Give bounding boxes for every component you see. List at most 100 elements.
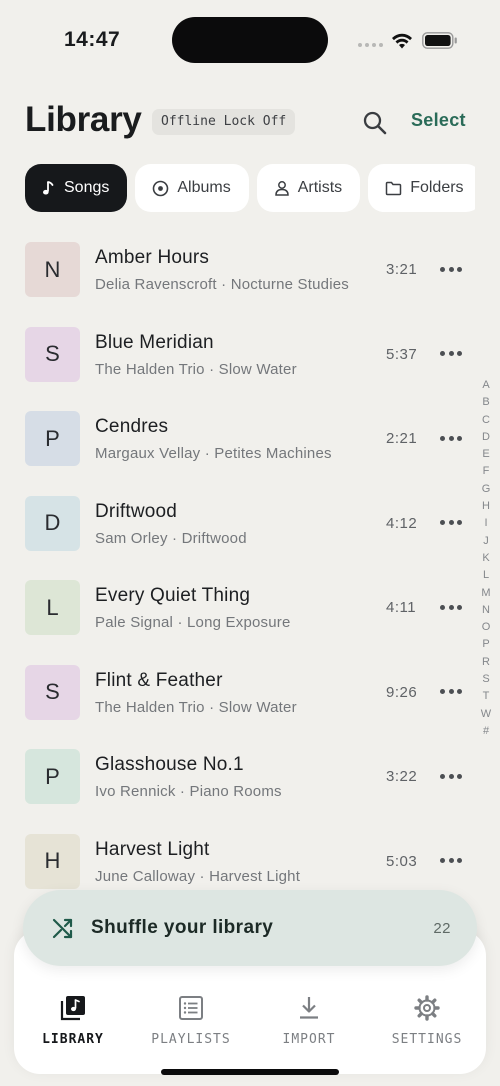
song-subtitle: The Halden Trio · Slow Water: [95, 360, 297, 378]
status-bar: 14:47: [0, 0, 500, 80]
song-title: Amber Hours: [95, 247, 210, 268]
nav-label: IMPORT: [282, 1032, 336, 1047]
song-subtitle: June Calloway · Harvest Light: [95, 867, 301, 885]
song-subtitle: Delia Ravenscroft · Nocturne Studies: [95, 276, 349, 293]
home-indicator[interactable]: [161, 1069, 339, 1075]
search-icon[interactable]: [361, 109, 389, 137]
song-artwork: S: [25, 664, 80, 720]
index-letter[interactable]: L: [483, 567, 489, 584]
index-letter[interactable]: A: [482, 377, 489, 394]
song-title: Harvest Light: [95, 838, 210, 860]
song-row[interactable]: D Driftwood Sam Orley · Driftwood 4:12: [0, 482, 500, 567]
index-letter[interactable]: N: [482, 602, 490, 619]
index-letter[interactable]: F: [483, 463, 490, 480]
header: Library Offline Lock Off Select: [0, 100, 500, 146]
song-artwork: L: [25, 580, 80, 635]
index-letter[interactable]: B: [482, 394, 489, 411]
song-duration: 4:12: [386, 514, 418, 532]
nav-label: PLAYLISTS: [151, 1032, 231, 1047]
song-row[interactable]: P Glasshouse No.1 Ivo Rennick · Piano Ro…: [0, 735, 500, 820]
chip-artists[interactable]: Artists: [256, 164, 361, 212]
shuffle-label: Shuffle your library: [91, 917, 274, 938]
chip-songs[interactable]: Songs: [25, 164, 128, 212]
shuffle-button[interactable]: Shuffle your library 22: [23, 890, 477, 966]
person-icon: [274, 181, 289, 196]
select-button[interactable]: Select: [411, 110, 466, 131]
index-letter[interactable]: I: [484, 515, 487, 532]
song-artwork: H: [25, 833, 80, 889]
song-title: Blue Meridian: [95, 331, 214, 353]
song-title: Glasshouse No.1: [95, 754, 244, 775]
index-letter[interactable]: C: [482, 412, 490, 429]
index-letter[interactable]: W: [481, 706, 491, 723]
song-row[interactable]: P Cendres Margaux Vellay · Petites Machi…: [0, 397, 500, 482]
index-letter[interactable]: J: [483, 533, 489, 550]
song-artwork: N: [25, 242, 80, 297]
song-subtitle: Sam Orley · Driftwood: [95, 529, 247, 547]
music-note-icon: [43, 181, 54, 195]
more-icon[interactable]: [440, 431, 462, 445]
more-icon[interactable]: [440, 854, 462, 868]
more-icon[interactable]: [440, 516, 462, 530]
page-title: Library: [25, 100, 142, 139]
index-letter[interactable]: E: [482, 446, 489, 463]
dynamic-island: [172, 17, 328, 63]
song-artwork: P: [25, 411, 80, 466]
song-artwork: P: [25, 749, 80, 804]
song-row[interactable]: S Flint & Feather The Halden Trio · Slow…: [0, 651, 500, 736]
song-subtitle: Margaux Vellay · Petites Machines: [95, 445, 332, 462]
index-letter[interactable]: T: [483, 688, 490, 705]
more-icon[interactable]: [440, 347, 462, 361]
index-letter[interactable]: M: [481, 585, 490, 602]
disc-icon: [153, 180, 169, 196]
song-duration: 4:11: [386, 599, 417, 616]
index-letter[interactable]: #: [483, 723, 489, 740]
song-duration: 5:37: [386, 345, 418, 363]
nav-library[interactable]: LIBRARY: [14, 994, 132, 1047]
folder-icon: [385, 181, 402, 195]
index-letter[interactable]: G: [482, 481, 491, 498]
index-letter[interactable]: P: [482, 636, 489, 653]
song-subtitle: The Halden Trio · Slow Water: [95, 698, 297, 716]
chip-label: Folders: [410, 179, 464, 196]
index-letter[interactable]: D: [482, 429, 490, 446]
song-title: Cendres: [95, 416, 169, 437]
library-icon: [60, 996, 85, 1021]
status-time: 14:47: [64, 28, 121, 51]
nav-label: SETTINGS: [391, 1032, 463, 1047]
nav-settings[interactable]: SETTINGS: [368, 994, 486, 1047]
index-letter[interactable]: S: [482, 671, 489, 688]
song-row[interactable]: N Amber Hours Delia Ravenscroft · Noctur…: [0, 228, 500, 313]
chip-folders[interactable]: Folders: [368, 164, 475, 212]
song-title: Flint & Feather: [95, 669, 223, 691]
more-icon[interactable]: [440, 600, 462, 614]
index-letter[interactable]: H: [482, 498, 490, 515]
more-icon[interactable]: [440, 769, 462, 783]
index-letter[interactable]: O: [482, 619, 491, 636]
chip-label: Songs: [64, 179, 110, 196]
nav-import[interactable]: IMPORT: [250, 994, 368, 1047]
song-title: Driftwood: [95, 500, 178, 522]
nav-playlists[interactable]: PLAYLISTS: [132, 994, 250, 1047]
song-duration: 5:03: [386, 852, 418, 870]
offline-lock-badge[interactable]: Offline Lock Off: [152, 109, 296, 135]
more-icon[interactable]: [440, 685, 462, 699]
song-duration: 2:21: [386, 430, 418, 447]
song-duration: 9:26: [386, 683, 418, 701]
chip-label: Artists: [297, 179, 343, 196]
chip-albums[interactable]: Albums: [135, 164, 249, 212]
song-row[interactable]: L Every Quiet Thing Pale Signal · Long E…: [0, 566, 500, 651]
song-row[interactable]: S Blue Meridian The Halden Trio · Slow W…: [0, 313, 500, 398]
battery-icon: [422, 32, 457, 49]
song-duration: 3:22: [386, 768, 418, 785]
index-letter[interactable]: R: [482, 654, 490, 671]
song-duration: 3:21: [386, 261, 418, 278]
alphabet-index[interactable]: A B C D E F G H I J K L M N O P R S T W …: [478, 377, 494, 740]
gear-icon: [414, 995, 440, 1021]
more-icon[interactable]: [440, 262, 462, 276]
song-subtitle: Ivo Rennick · Piano Rooms: [95, 783, 282, 800]
wifi-icon: [392, 33, 412, 49]
index-letter[interactable]: K: [482, 550, 489, 567]
download-icon: [300, 997, 318, 1019]
song-list: N Amber Hours Delia Ravenscroft · Noctur…: [0, 228, 500, 904]
